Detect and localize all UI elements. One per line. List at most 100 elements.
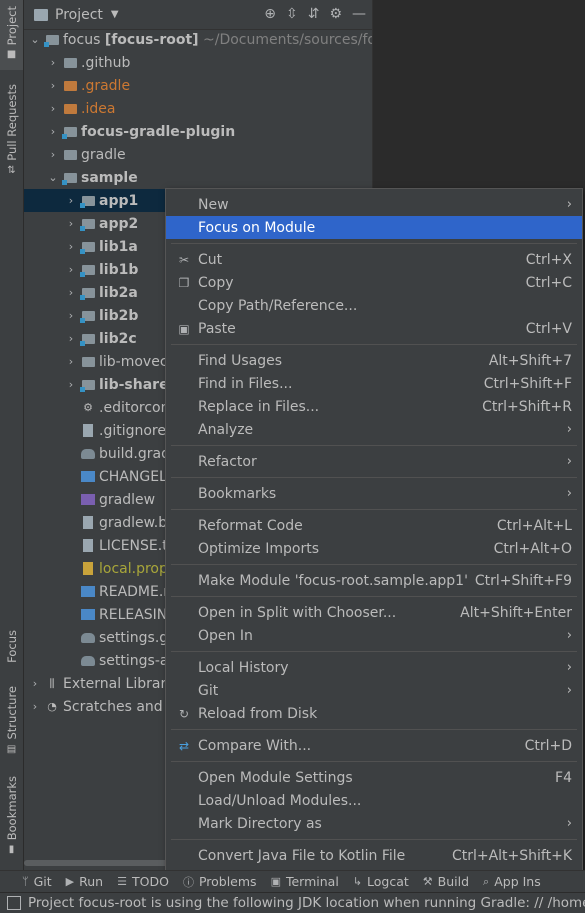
tab-focus[interactable]: Focus (0, 630, 23, 670)
menu-item-reload-from-disk[interactable]: ↻ Reload from Disk (166, 702, 582, 725)
menu-item-bookmarks[interactable]: Bookmarks › (166, 482, 582, 505)
chevron-right-icon[interactable]: › (46, 102, 60, 115)
tab-logcat[interactable]: ↳ Logcat (353, 874, 409, 889)
menu-item-copy-path[interactable]: Copy Path/Reference... (166, 294, 582, 317)
chevron-right-icon[interactable]: › (64, 355, 78, 368)
gear-icon[interactable]: ⚙ (329, 6, 342, 22)
minimize-icon[interactable]: — (352, 6, 366, 22)
tab-pull-requests-label: Pull Requests (4, 84, 19, 161)
menu-shortcut: Alt+Shift+Enter (460, 604, 572, 621)
tree-item[interactable]: ⌄ sample (24, 166, 394, 189)
chevron-right-icon[interactable]: › (28, 700, 42, 713)
chevron-right-icon: › (566, 486, 572, 501)
gear-icon: ⚙ (83, 401, 93, 414)
menu-item-reformat-code[interactable]: Reformat Code Ctrl+Alt+L (166, 514, 582, 537)
menu-item-refactor[interactable]: Refactor › (166, 450, 582, 473)
tab-git[interactable]: ᛘ Git (22, 874, 52, 889)
chevron-down-icon[interactable]: ⌄ (28, 33, 42, 46)
tree-item[interactable]: › .github (24, 51, 394, 74)
chevron-right-icon[interactable]: › (64, 309, 78, 322)
chevron-right-icon[interactable]: › (64, 332, 78, 345)
chevron-right-icon[interactable]: › (28, 677, 42, 690)
tab-pull-requests[interactable]: Pull Requests ⇅ (0, 84, 23, 184)
chevron-right-icon[interactable]: › (64, 217, 78, 230)
menu-label: Make Module 'focus-root.sample.app1' (198, 572, 468, 589)
module-folder-icon (61, 172, 77, 185)
chevron-right-icon[interactable]: › (64, 378, 78, 391)
menu-label: Focus on Module (198, 219, 316, 236)
tab-structure[interactable]: Structure ▤ (0, 686, 23, 756)
menu-item-open-split[interactable]: Open in Split with Chooser... Alt+Shift+… (166, 601, 582, 624)
tree-item[interactable]: › .gradle (24, 74, 394, 97)
chevron-right-icon[interactable]: › (46, 56, 60, 69)
menu-item-compare-with[interactable]: ⇄ Compare With... Ctrl+D (166, 734, 582, 757)
menu-item-copy[interactable]: ❐ Copy Ctrl+C (166, 271, 582, 294)
chevron-right-icon[interactable]: › (46, 148, 60, 161)
collapse-all-icon[interactable]: ⇵ (308, 6, 320, 22)
menu-item-local-history[interactable]: Local History › (166, 656, 582, 679)
menu-item-cut[interactable]: ✂ Cut Ctrl+X (166, 248, 582, 271)
tab-app-inspection[interactable]: ⌕ App Ins (483, 874, 541, 889)
markdown-file-icon (81, 609, 95, 620)
chevron-right-icon[interactable]: › (64, 263, 78, 276)
chevron-right-icon[interactable]: › (64, 286, 78, 299)
menu-separator (171, 477, 577, 478)
tab-focus-label: Focus (4, 630, 19, 663)
locate-icon[interactable]: ⊕ (264, 6, 276, 22)
menu-item-open-module-settings[interactable]: Open Module Settings F4 (166, 766, 582, 789)
menu-label: Open In (198, 627, 253, 644)
tab-build[interactable]: ⚒ Build (423, 874, 469, 889)
menu-item-new[interactable]: New › (166, 193, 582, 216)
menu-item-replace-in-files[interactable]: Replace in Files... Ctrl+Shift+R (166, 395, 582, 418)
menu-item-make-module[interactable]: Make Module 'focus-root.sample.app1' Ctr… (166, 569, 582, 592)
chevron-down-icon[interactable]: ▼ (111, 9, 119, 20)
menu-item-focus-on-module[interactable]: Focus on Module (166, 216, 582, 239)
menu-item-paste[interactable]: ▣ Paste Ctrl+V (166, 317, 582, 340)
chevron-right-icon[interactable]: › (64, 194, 78, 207)
menu-item-find-in-files[interactable]: Find in Files... Ctrl+Shift+F (166, 372, 582, 395)
markdown-file-icon (81, 586, 95, 597)
bat-file-icon (83, 516, 93, 529)
tree-item-label: app1 (99, 192, 139, 209)
menu-separator (171, 729, 577, 730)
horizontal-scrollbar[interactable] (24, 860, 174, 866)
menu-item-find-usages[interactable]: Find Usages Alt+Shift+7 (166, 349, 582, 372)
tree-item-label: lib2c (99, 330, 137, 347)
tab-label: Logcat (367, 874, 409, 889)
folder-icon: ■ (6, 49, 17, 61)
tab-problems[interactable]: ⓘ Problems (183, 874, 257, 890)
menu-item-mark-directory-as[interactable]: Mark Directory as › (166, 812, 582, 835)
tab-label: Run (79, 874, 104, 889)
expand-all-icon[interactable]: ⇳ (286, 6, 298, 22)
tree-item[interactable]: › gradle (24, 143, 394, 166)
chevron-right-icon: › (566, 454, 572, 469)
menu-item-optimize-imports[interactable]: Optimize Imports Ctrl+Alt+O (166, 537, 582, 560)
properties-file-icon (83, 562, 93, 575)
tree-root[interactable]: ⌄ focus [focus-root] ~/Documents/sources… (24, 28, 392, 51)
tab-project[interactable]: Project ■ (0, 0, 23, 70)
menu-item-analyze[interactable]: Analyze › (166, 418, 582, 441)
tree-item[interactable]: › focus-gradle-plugin (24, 120, 394, 143)
paste-icon: ▣ (178, 321, 190, 336)
chevron-right-icon[interactable]: › (46, 79, 60, 92)
menu-separator (171, 509, 577, 510)
tab-terminal[interactable]: ▣ Terminal (271, 874, 339, 889)
tab-bookmarks[interactable]: Bookmarks ▮ (0, 776, 23, 858)
menu-item-open-in[interactable]: Open In › (166, 624, 582, 647)
tab-todo[interactable]: ☰ TODO (117, 874, 169, 889)
menu-label: Compare With... (198, 737, 312, 754)
tab-label: Problems (198, 874, 257, 889)
menu-separator (171, 761, 577, 762)
tree-item-label: lib2b (99, 307, 139, 324)
chevron-down-icon[interactable]: ⌄ (46, 171, 60, 184)
chevron-right-icon: › (566, 683, 572, 698)
chevron-right-icon[interactable]: › (46, 125, 60, 138)
chevron-right-icon[interactable]: › (64, 240, 78, 253)
menu-item-load-unload-modules[interactable]: Load/Unload Modules... (166, 789, 582, 812)
tab-run[interactable]: ▶ Run (66, 874, 103, 889)
menu-item-convert-java[interactable]: Convert Java File to Kotlin File Ctrl+Al… (166, 844, 582, 867)
project-toolbar: Project ▼ ⊕ ⇳ ⇵ ⚙ — (24, 0, 372, 30)
menu-item-git[interactable]: Git › (166, 679, 582, 702)
tree-item[interactable]: › .idea (24, 97, 394, 120)
tree-item-label: lib-movec (99, 353, 168, 370)
